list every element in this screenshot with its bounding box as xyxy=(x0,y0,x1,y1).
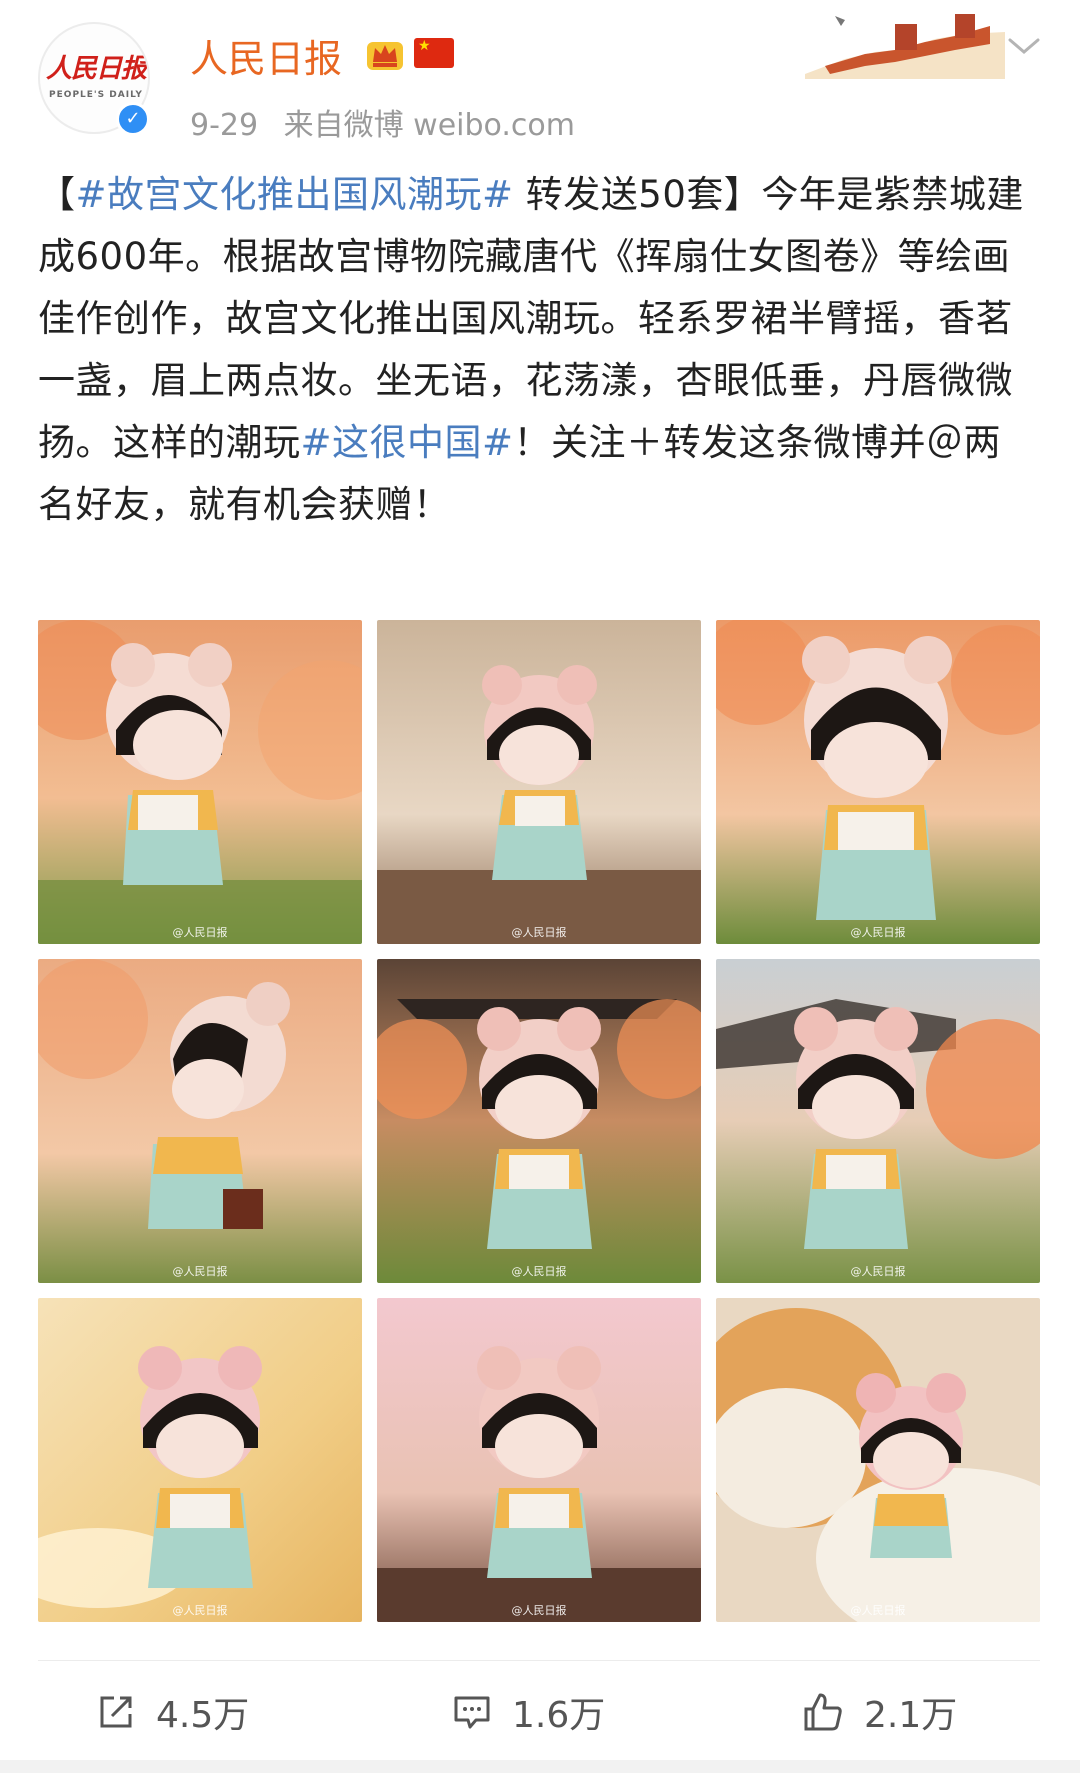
avatar-logo-text: 人民日报 xyxy=(46,54,147,84)
post-source: 来自微博 weibo.com xyxy=(283,108,575,143)
photo-thumbnail[interactable]: @人民日报 xyxy=(716,620,1040,944)
photo-watermark: @人民日报 xyxy=(850,1265,906,1278)
action-bar: 4.5万 1.6万 2.1万 xyxy=(0,1662,1080,1762)
photo-watermark: @人民日报 xyxy=(511,926,567,939)
hashtag-link-gugong[interactable]: #故宫文化推出国风潮玩# xyxy=(76,173,514,216)
photo-thumbnail[interactable]: @人民日报 xyxy=(38,1298,362,1622)
separator-bar xyxy=(0,1760,1080,1773)
crown-badge-icon xyxy=(367,42,403,70)
avatar-logo-subtext: PEOPLE'S DAILY xyxy=(49,90,143,100)
like-button[interactable]: 2.1万 xyxy=(802,1684,957,1740)
post-meta: 9-29 来自微博 weibo.com xyxy=(190,100,591,144)
photo-thumbnail[interactable]: @人民日报 xyxy=(377,959,701,1283)
thumbs-up-icon xyxy=(804,1693,842,1731)
repost-button[interactable]: 4.5万 xyxy=(96,1684,249,1740)
post-body: 【#故宫文化推出国风潮玩# 转发送50套】今年是紫禁城建成600年。根据故宫博物… xyxy=(38,164,1038,536)
repost-icon xyxy=(100,1696,132,1728)
photo-thumbnail[interactable]: @人民日报 xyxy=(38,959,362,1283)
comment-count: 1.6万 xyxy=(512,1695,606,1736)
great-wall-decoration-icon xyxy=(805,14,1005,79)
comment-icon xyxy=(454,1696,490,1729)
photo-watermark: @人民日报 xyxy=(172,1265,228,1278)
photo-watermark: @人民日报 xyxy=(511,1265,567,1278)
post-header: 人民日报 PEOPLE'S DAILY ✓ 人民日报 ★ 9-29 来自微博 w… xyxy=(0,0,1080,150)
username[interactable]: 人民日报 xyxy=(190,28,342,83)
photo-watermark: @人民日报 xyxy=(511,1604,567,1617)
photo-watermark: @人民日报 xyxy=(850,1604,906,1617)
hashtag-link-zhehenzhongguo[interactable]: #这很中国# xyxy=(301,421,514,464)
post-text-bracket: 【 xyxy=(38,173,76,216)
verified-badge-icon: ✓ xyxy=(116,102,150,136)
like-count: 2.1万 xyxy=(864,1695,958,1736)
photo-watermark: @人民日报 xyxy=(172,926,228,939)
image-grid: @人民日报 @人民日报 @人民日报 @人民日报 @人民日报 @人民日报 @人民日… xyxy=(38,620,1040,1624)
photo-thumbnail[interactable]: @人民日报 xyxy=(377,620,701,944)
repost-count: 4.5万 xyxy=(156,1695,250,1736)
post-date: 9-29 xyxy=(190,108,259,143)
photo-watermark: @人民日报 xyxy=(850,926,906,939)
photo-thumbnail[interactable]: @人民日报 xyxy=(716,959,1040,1283)
photo-watermark: @人民日报 xyxy=(172,1604,228,1617)
divider xyxy=(38,1660,1040,1661)
comment-button[interactable]: 1.6万 xyxy=(452,1684,605,1740)
photo-thumbnail[interactable]: @人民日报 xyxy=(716,1298,1040,1622)
china-flag-icon: ★ xyxy=(414,38,454,68)
photo-thumbnail[interactable]: @人民日报 xyxy=(377,1298,701,1622)
chevron-down-icon[interactable] xyxy=(1006,34,1042,58)
photo-thumbnail[interactable]: @人民日报 xyxy=(38,620,362,944)
